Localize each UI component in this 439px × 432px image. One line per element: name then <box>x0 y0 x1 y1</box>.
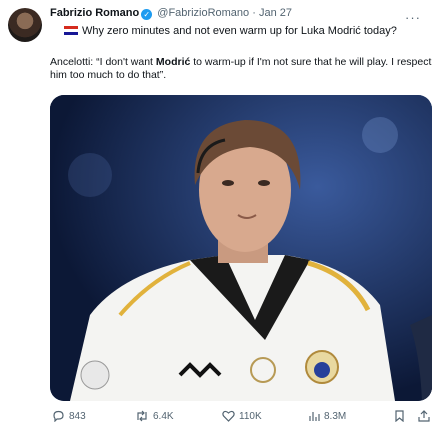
tweet-text-second: Ancelotti: “I don't want Modrić to warm-… <box>50 56 432 82</box>
repost-count: 6.4K <box>153 410 174 422</box>
heart-icon <box>222 410 235 422</box>
tweet-header: Fabrizio Romano ✓ @FabrizioRomano · Jan 2… <box>50 7 431 25</box>
quote-prefix: Ancelotti: “I don't want <box>50 56 156 68</box>
more-options-icon[interactable]: ··· <box>405 10 421 25</box>
author-handle[interactable]: @FabrizioRomano <box>157 7 249 19</box>
bookmark-button[interactable] <box>394 410 405 422</box>
reply-icon <box>53 410 64 422</box>
like-count: 110K <box>239 410 262 422</box>
verified-badge-icon: ✓ <box>141 9 153 20</box>
quote-bold-name: Modrić <box>155 56 191 68</box>
like-button[interactable]: 110K <box>222 410 262 422</box>
player-photo-illustration <box>50 95 432 401</box>
views-button[interactable]: 8.3M <box>308 410 346 422</box>
author-name[interactable]: Fabrizio Romano <box>50 7 139 19</box>
dot-separator: · <box>252 7 256 19</box>
views-icon <box>309 412 320 421</box>
tweet-photo[interactable] <box>50 95 432 401</box>
first-line-text: Why zero minutes and not even warm up fo… <box>82 25 397 37</box>
repost-icon <box>137 410 147 422</box>
tweet-action-bar: 843 6.4K 110K 8.3M <box>50 410 432 426</box>
tweet-text-first: Why zero minutes and not even warm up fo… <box>64 25 397 37</box>
reply-count: 843 <box>69 410 86 422</box>
share-icon <box>418 410 430 422</box>
tweet-date[interactable]: Jan 27 <box>259 7 292 19</box>
reply-button[interactable]: 843 <box>52 410 86 422</box>
repost-button[interactable]: 6.4K <box>135 410 174 422</box>
author-avatar[interactable] <box>8 8 42 42</box>
croatia-flag-icon <box>64 26 78 35</box>
bookmark-icon <box>395 410 404 422</box>
share-button[interactable] <box>418 410 430 422</box>
view-count: 8.3M <box>324 410 347 422</box>
